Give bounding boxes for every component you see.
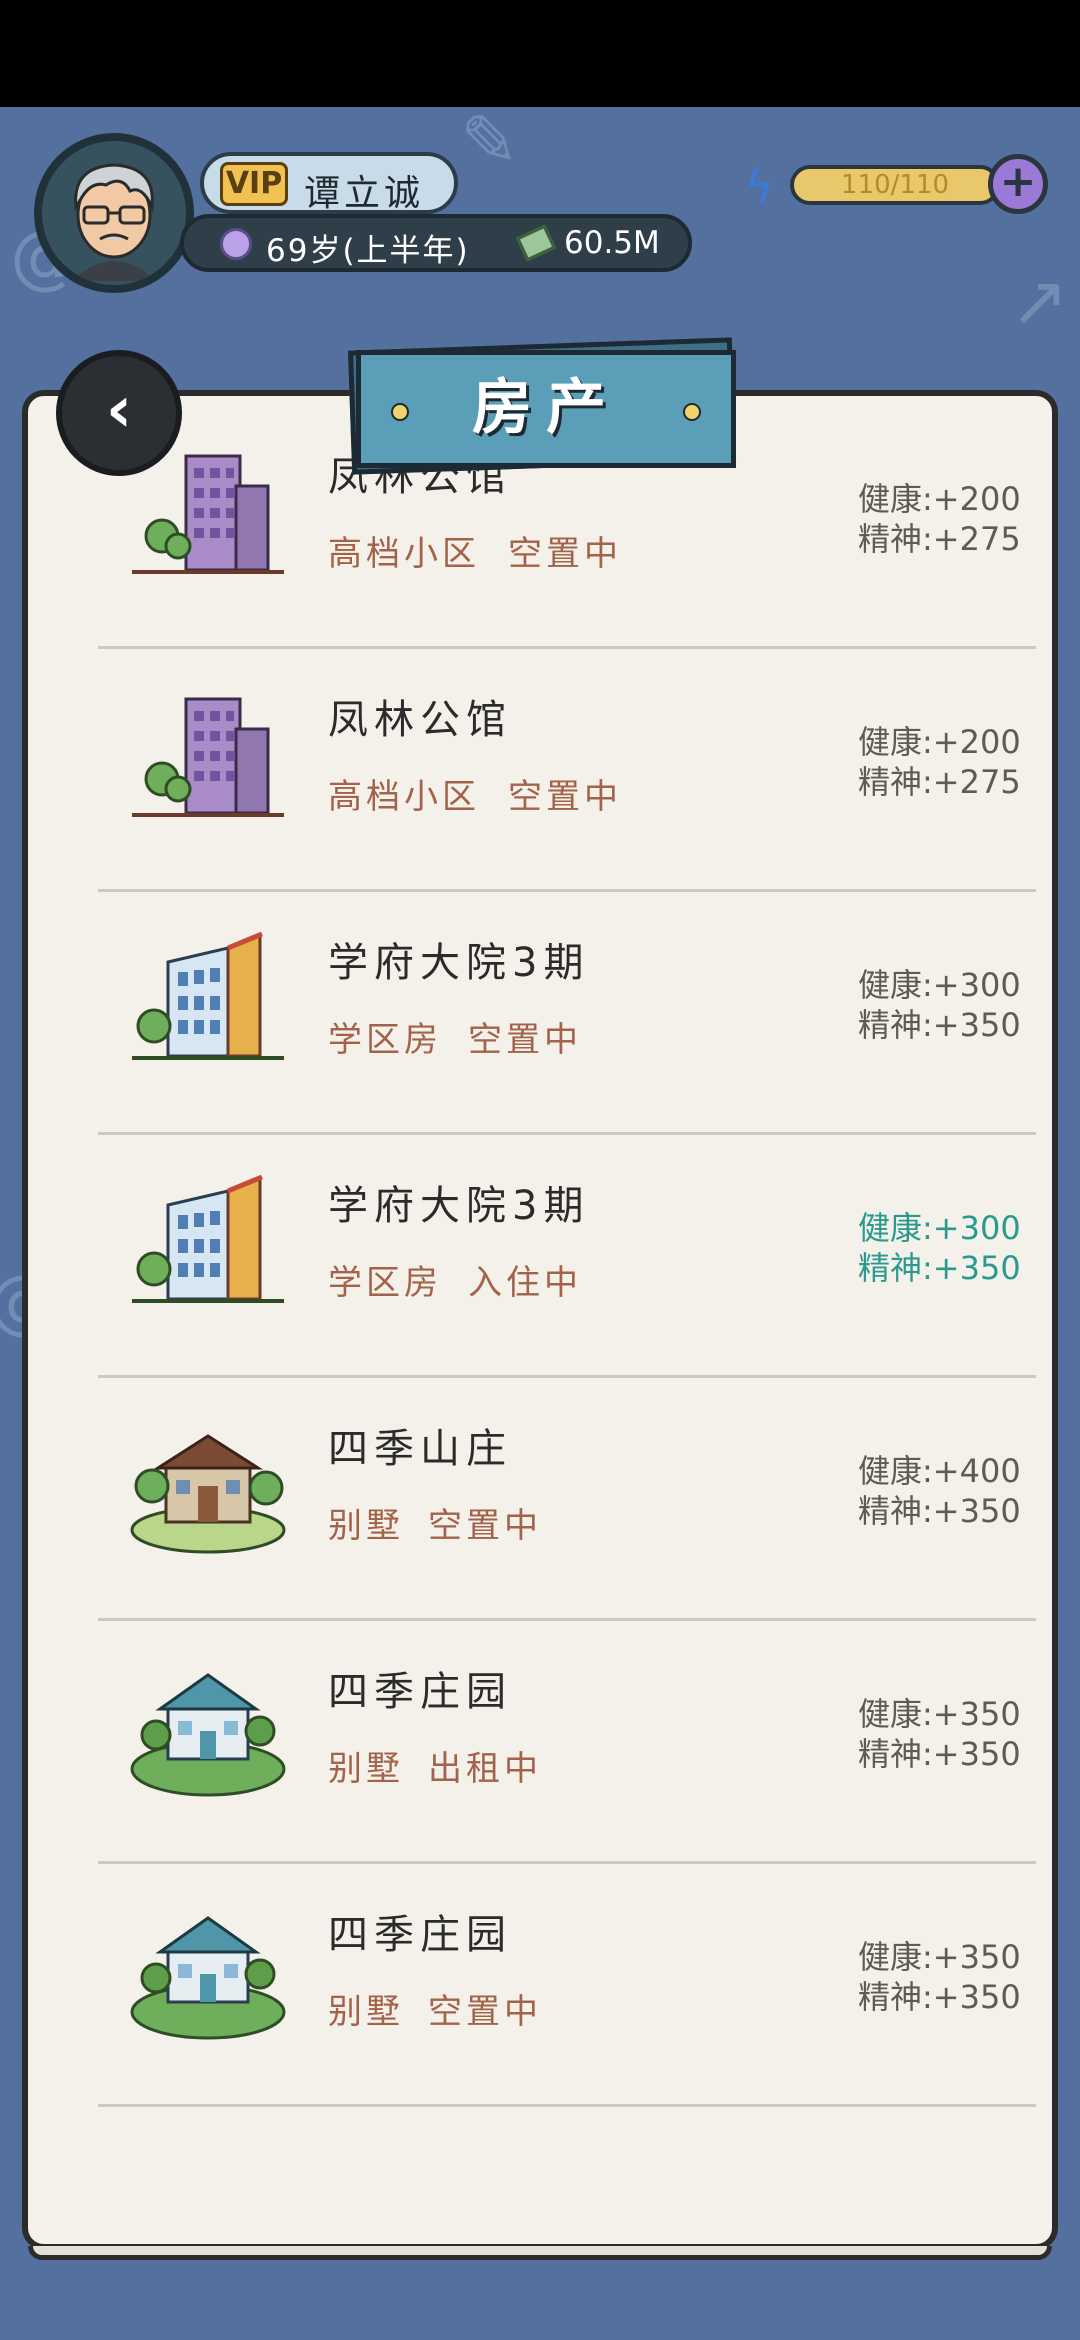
property-name: 学府大院3期 [328,940,590,986]
property-type: 高档小区 [328,534,480,574]
property-status: 出租中 [428,1749,542,1789]
back-button[interactable]: ‹ [56,350,182,476]
property-row[interactable]: 四季庄园 别墅 出租中 健康:+350 精神:+350 [98,1621,1036,1864]
player-name: 谭立诚 [304,173,425,214]
manor-icon [130,1916,286,2040]
property-type: 学区房 [328,1020,442,1060]
spirit-bonus: 精神:+275 [858,520,1021,558]
property-name: 凤林公馆 [328,697,512,743]
school-district-building-icon [132,931,284,1060]
player-name-pill: VIP 谭立诚 [200,152,458,214]
property-type: 别墅 [328,1506,404,1546]
banner-pin-left [391,403,409,421]
spirit-bonus: 精神:+350 [858,1249,1021,1287]
player-age: 69岁(上半年) [266,233,470,269]
panel-title-banner: 房产 [356,350,736,468]
avatar[interactable] [34,133,194,293]
player-info-pill: 69岁(上半年) 60.5M [180,214,692,272]
property-type: 高档小区 [328,777,480,817]
vip-badge: VIP [220,162,288,206]
add-energy-button[interactable]: + [988,154,1048,214]
property-type: 别墅 [328,1992,404,2032]
banner-pin-right [683,403,701,421]
property-row[interactable]: 学府大院3期 学区房 入住中 健康:+300 精神:+350 [98,1135,1036,1378]
manor-icon [130,1673,286,1797]
spirit-bonus: 精神:+350 [858,1978,1021,2016]
property-name: 四季庄园 [328,1669,512,1715]
spirit-bonus: 精神:+350 [858,1492,1021,1530]
property-row[interactable]: 四季山庄 别墅 空置中 健康:+400 精神:+350 [98,1378,1036,1621]
property-status: 空置中 [428,1992,542,2032]
property-panel: 凤林公馆 高档小区 空置中 健康:+200 精神:+275 凤林公馆 高档小区 … [22,390,1058,2250]
property-status: 空置中 [428,1506,542,1546]
clock-icon [220,228,252,260]
property-type: 别墅 [328,1749,404,1789]
school-district-building-icon [132,1174,284,1303]
property-status: 入住中 [468,1263,582,1303]
status-bar [0,0,1080,107]
player-money: 60.5M [564,225,660,261]
property-status: 空置中 [508,777,622,817]
energy-bar: 110/110 [790,165,1000,205]
chevron-left-icon: ‹ [105,373,133,447]
background-doodle-arrow: ↗ [1010,260,1069,342]
property-name: 四季庄园 [328,1912,512,1958]
property-row[interactable]: 学府大院3期 学区房 空置中 健康:+300 精神:+350 [98,892,1036,1135]
spirit-bonus: 精神:+350 [858,1006,1021,1044]
property-status: 空置中 [508,534,622,574]
property-status: 空置中 [468,1020,582,1060]
property-name: 学府大院3期 [328,1183,590,1229]
property-type: 学区房 [328,1263,442,1303]
property-row[interactable]: 凤林公馆 高档小区 空置中 健康:+200 精神:+275 [98,649,1036,892]
lightning-icon: ϟ [744,160,775,214]
panel-title: 房产 [472,373,620,443]
cash-icon [516,224,556,262]
property-row[interactable]: 四季庄园 别墅 空置中 健康:+350 精神:+350 [98,1864,1036,2107]
apartment-tower-icon [132,697,284,817]
spirit-bonus: 精神:+275 [858,763,1021,801]
property-name: 四季山庄 [328,1426,512,1472]
villa-icon [130,1434,286,1554]
panel-bottom-edge [28,2246,1052,2260]
background-doodle-book: ✎ [460,100,519,182]
spirit-bonus: 精神:+350 [858,1735,1021,1773]
